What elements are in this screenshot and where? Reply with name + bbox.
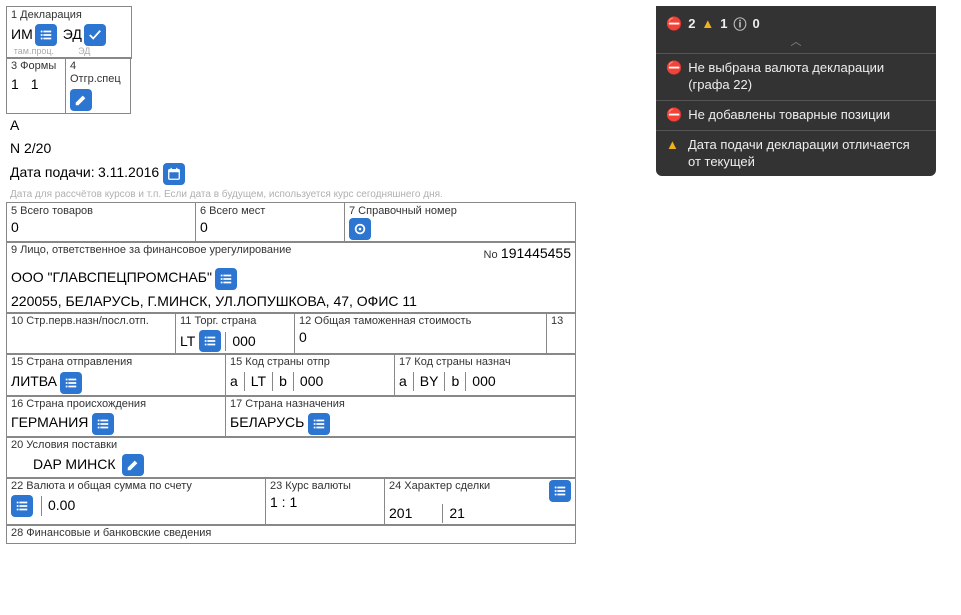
box-3-value-1: 1 bbox=[11, 75, 19, 95]
notification-text: Дата подачи декларации отличается от тек… bbox=[688, 137, 926, 171]
box-28: 28 Финансовые и банковские сведения bbox=[6, 524, 576, 543]
box-1-label: 1 Декларация bbox=[11, 9, 127, 22]
info-icon: ⓘ bbox=[734, 14, 747, 33]
box-11: 11 Торг. страна LT 000 bbox=[175, 312, 295, 355]
notification-item[interactable]: ▲ Дата подачи декларации отличается от те… bbox=[656, 130, 936, 177]
status-n: N 2/20 bbox=[6, 137, 576, 161]
list-icon[interactable] bbox=[308, 413, 330, 435]
notifications-header[interactable]: ⛔2 ▲1 ⓘ0 bbox=[656, 6, 936, 33]
check-icon[interactable] bbox=[84, 24, 106, 46]
box-15: 15 Страна отправления ЛИТВА bbox=[6, 353, 226, 396]
box-3-value-2: 1 bbox=[31, 75, 39, 95]
box-3-forms: 3 Формы 1 1 bbox=[6, 57, 66, 113]
box-16: 16 Страна происхождения ГЕРМАНИЯ bbox=[6, 395, 226, 438]
box-6: 6 Всего мест 0 bbox=[195, 202, 345, 243]
box-7: 7 Справочный номер bbox=[344, 202, 576, 243]
error-icon: ⛔ bbox=[666, 60, 682, 77]
box-13: 13 bbox=[546, 312, 576, 355]
list-icon[interactable] bbox=[11, 495, 33, 517]
collapse-icon[interactable]: ︿ bbox=[656, 33, 936, 53]
declaration-form: 1 Декларация ИМ там.проц. ЭД ЭД 3 Формы … bbox=[6, 6, 576, 544]
date-note: Дата для рассчётов курсов и т.п. Если да… bbox=[6, 187, 576, 202]
box-20: 20 Условия поставки DAP МИНСК bbox=[6, 436, 576, 479]
submission-date: Дата подачи: 3.11.2016 bbox=[6, 161, 576, 187]
box-23: 23 Курс валюты 1 : 1 bbox=[265, 477, 385, 527]
status-a: A bbox=[6, 114, 576, 138]
edit-icon[interactable] bbox=[70, 89, 92, 111]
list-icon[interactable] bbox=[215, 268, 237, 290]
notification-item[interactable]: ⛔ Не выбрана валюта декларации (графа 22) bbox=[656, 53, 936, 100]
box-4-label: 4 Отгр.спец bbox=[70, 60, 126, 86]
warning-icon: ▲ bbox=[666, 137, 682, 154]
notification-text: Не добавлены товарные позиции bbox=[688, 107, 890, 124]
box-1-sublabel-2: ЭД bbox=[78, 46, 90, 56]
box-3-label: 3 Формы bbox=[11, 60, 61, 73]
box-1-value-2: ЭД bbox=[63, 25, 82, 45]
warning-icon: ▲ bbox=[701, 16, 714, 31]
edit-icon[interactable] bbox=[122, 454, 144, 476]
list-icon[interactable] bbox=[199, 330, 221, 352]
box-12: 12 Общая таможенная стоимость 0 bbox=[294, 312, 547, 355]
calendar-icon[interactable] bbox=[163, 163, 185, 185]
box-1-value-1: ИМ bbox=[11, 25, 33, 45]
box-17: 17 Страна назначения БЕЛАРУСЬ bbox=[225, 395, 576, 438]
box-10: 10 Стр.перв.назн/посл.отп. bbox=[6, 312, 176, 355]
box-17-code: 17 Код страны назнач a BY b 000 bbox=[394, 353, 576, 396]
notifications-panel: ⛔2 ▲1 ⓘ0 ︿ ⛔ Не выбрана валюта декларации… bbox=[656, 6, 936, 176]
error-icon: ⛔ bbox=[666, 16, 682, 32]
notification-text: Не выбрана валюта декларации (графа 22) bbox=[688, 60, 926, 94]
list-icon[interactable] bbox=[549, 480, 571, 502]
box-5: 5 Всего товаров 0 bbox=[6, 202, 196, 243]
box-15-code: 15 Код страны отпр a LT b 000 bbox=[225, 353, 395, 396]
box-1-declaration: 1 Декларация ИМ там.проц. ЭД ЭД bbox=[6, 6, 132, 59]
box-1-sublabel-1: там.проц. bbox=[14, 46, 54, 56]
box-22: 22 Валюта и общая сумма по счету 0.00 bbox=[6, 477, 266, 527]
list-icon[interactable] bbox=[92, 413, 114, 435]
notification-item[interactable]: ⛔ Не добавлены товарные позиции bbox=[656, 100, 936, 130]
box-4-spec: 4 Отгр.спец bbox=[65, 57, 131, 113]
error-icon: ⛔ bbox=[666, 107, 682, 124]
list-icon[interactable] bbox=[35, 24, 57, 46]
box-24: 24 Характер сделки 201 21 bbox=[384, 477, 576, 527]
target-icon[interactable] bbox=[349, 218, 371, 240]
list-icon[interactable] bbox=[60, 372, 82, 394]
box-9: 9 Лицо, ответственное за финансовое урег… bbox=[6, 241, 576, 314]
